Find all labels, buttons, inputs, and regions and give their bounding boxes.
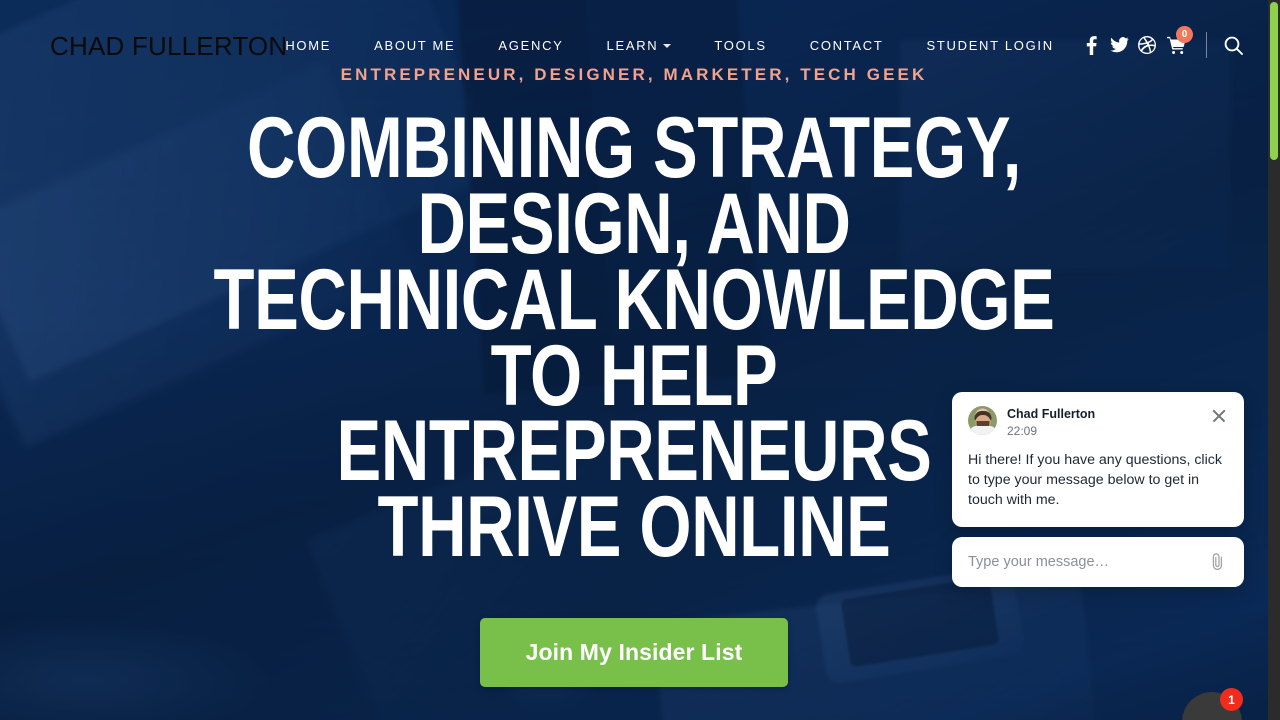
nav-item-label: LEARN (606, 37, 659, 53)
nav-item-label: CONTACT (809, 37, 884, 53)
scrollbar-thumb[interactable] (1270, 2, 1278, 160)
nav-item-home[interactable]: HOME (285, 38, 331, 53)
header-actions: 0 (1077, 26, 1246, 59)
join-insider-list-button[interactable]: Join My Insider List (479, 617, 789, 687)
paperclip-icon[interactable] (1208, 552, 1228, 572)
page-scrollbar[interactable] (1268, 0, 1280, 720)
chevron-down-icon (663, 44, 672, 48)
chat-message-input[interactable] (968, 553, 1208, 570)
nav-item-label: AGENCY (498, 37, 564, 53)
search-icon[interactable] (1220, 32, 1246, 58)
main-navigation: HOME ABOUT ME AGENCY LEARN TOOLS CONTACT… (285, 38, 1053, 53)
close-icon[interactable] (1210, 407, 1228, 425)
chat-widget: Chad Fullerton 22:09 Hi there! If you ha… (952, 392, 1244, 587)
nav-item-label: ABOUT ME (374, 37, 456, 53)
nav-item-learn[interactable]: LEARN (607, 38, 672, 53)
header-divider (1206, 32, 1207, 58)
nav-item-tools[interactable]: TOOLS (714, 38, 766, 53)
page-root: CHAD FULLERTON HOME ABOUT ME AGENCY LEAR… (0, 0, 1280, 720)
shopping-cart-icon[interactable]: 0 (1162, 26, 1193, 59)
site-logo[interactable]: CHAD FULLERTON (50, 33, 287, 59)
avatar (968, 406, 997, 435)
twitter-icon[interactable] (1105, 31, 1133, 59)
page-title: COMBINING STRATEGY, DESIGN, AND TECHNICA… (213, 100, 1055, 575)
nav-item-contact[interactable]: CONTACT (810, 38, 884, 53)
nav-item-label: STUDENT LOGIN (926, 37, 1054, 53)
nav-item-about-me[interactable]: ABOUT ME (374, 38, 455, 53)
chat-launcher-unread-badge: 1 (1220, 688, 1243, 711)
chat-sender-name: Chad Fullerton (1007, 407, 1096, 421)
facebook-icon[interactable] (1077, 31, 1105, 59)
nav-item-label: TOOLS (714, 37, 767, 53)
hero-section: ENTREPRENEUR, DESIGNER, MARKETER, TECH G… (0, 0, 1268, 720)
chat-timestamp: 22:09 (1007, 423, 1038, 438)
dribbble-icon[interactable] (1133, 31, 1161, 59)
chat-header: Chad Fullerton 22:09 (968, 406, 1228, 439)
nav-item-student-login[interactable]: STUDENT LOGIN (927, 38, 1054, 53)
nav-item-label: HOME (285, 37, 332, 53)
cart-count-badge: 0 (1176, 26, 1193, 43)
chat-message-text: Hi there! If you have any questions, cli… (968, 452, 1222, 508)
chat-sender-meta: Chad Fullerton 22:09 (1007, 406, 1200, 439)
nav-item-agency[interactable]: AGENCY (498, 38, 563, 53)
chat-message-card: Chad Fullerton 22:09 Hi there! If you ha… (952, 392, 1244, 527)
site-header: CHAD FULLERTON HOME ABOUT ME AGENCY LEAR… (0, 0, 1268, 90)
chat-input-row (952, 536, 1244, 587)
